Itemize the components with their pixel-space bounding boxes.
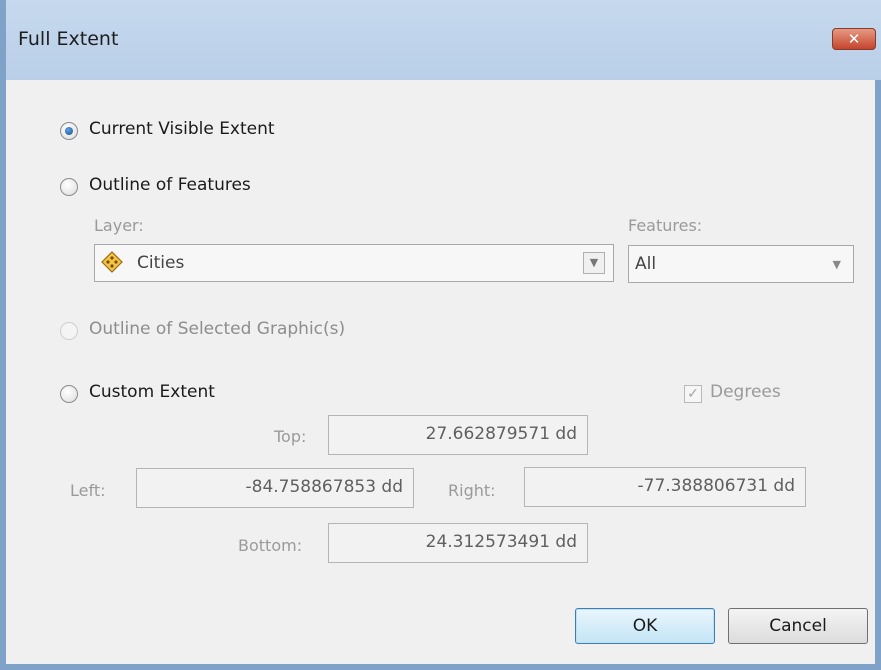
layer-dropdown-button[interactable]: ▼ xyxy=(583,252,605,274)
point-layer-icon xyxy=(101,251,123,273)
features-select[interactable]: All ▼ xyxy=(628,245,854,283)
close-button[interactable]: ✕ xyxy=(832,28,876,50)
cancel-button[interactable]: Cancel xyxy=(728,608,868,644)
bottom-value: 24.312573491 dd xyxy=(425,532,577,552)
right-field[interactable]: -77.388806731 dd xyxy=(524,467,806,507)
left-label: Left: xyxy=(70,481,106,500)
top-field[interactable]: 27.662879571 dd xyxy=(328,415,588,455)
layer-label: Layer: xyxy=(94,216,144,235)
degrees-checkbox[interactable]: ✓ xyxy=(684,385,702,403)
right-value: -77.388806731 dd xyxy=(637,476,796,496)
custom-extent-label[interactable]: Custom Extent xyxy=(89,382,215,402)
custom-extent-radio[interactable] xyxy=(60,385,78,403)
features-value: All xyxy=(635,254,657,274)
degrees-label[interactable]: Degrees xyxy=(710,382,781,402)
chevron-down-icon: ▼ xyxy=(589,256,599,269)
layer-value: Cities xyxy=(137,253,185,273)
bottom-label: Bottom: xyxy=(238,536,303,555)
title-bar: Full Extent ✕ xyxy=(6,0,881,80)
outline-of-features-radio[interactable] xyxy=(60,178,78,196)
current-visible-extent-label[interactable]: Current Visible Extent xyxy=(89,119,275,139)
left-field[interactable]: -84.758867853 dd xyxy=(136,468,414,508)
ok-button[interactable]: OK xyxy=(575,608,715,644)
chevron-down-icon: ▼ xyxy=(832,258,841,271)
outline-selected-graphics-radio xyxy=(60,322,78,340)
outline-selected-graphics-label: Outline of Selected Graphic(s) xyxy=(89,319,346,339)
current-visible-extent-radio[interactable] xyxy=(60,122,78,140)
window-title: Full Extent xyxy=(18,28,119,50)
bottom-field[interactable]: 24.312573491 dd xyxy=(328,523,588,563)
outline-of-features-label[interactable]: Outline of Features xyxy=(89,175,251,195)
top-value: 27.662879571 dd xyxy=(425,424,577,444)
right-label: Right: xyxy=(448,481,496,500)
full-extent-dialog: Full Extent ✕ Current Visible Extent Out… xyxy=(0,0,881,670)
check-icon: ✓ xyxy=(687,386,699,402)
features-label: Features: xyxy=(628,216,703,235)
close-icon: ✕ xyxy=(847,30,861,48)
top-label: Top: xyxy=(274,427,307,446)
layer-select[interactable]: Cities ▼ xyxy=(94,244,614,282)
dialog-body: Current Visible Extent Outline of Featur… xyxy=(6,80,875,664)
left-value: -84.758867853 dd xyxy=(245,477,404,497)
